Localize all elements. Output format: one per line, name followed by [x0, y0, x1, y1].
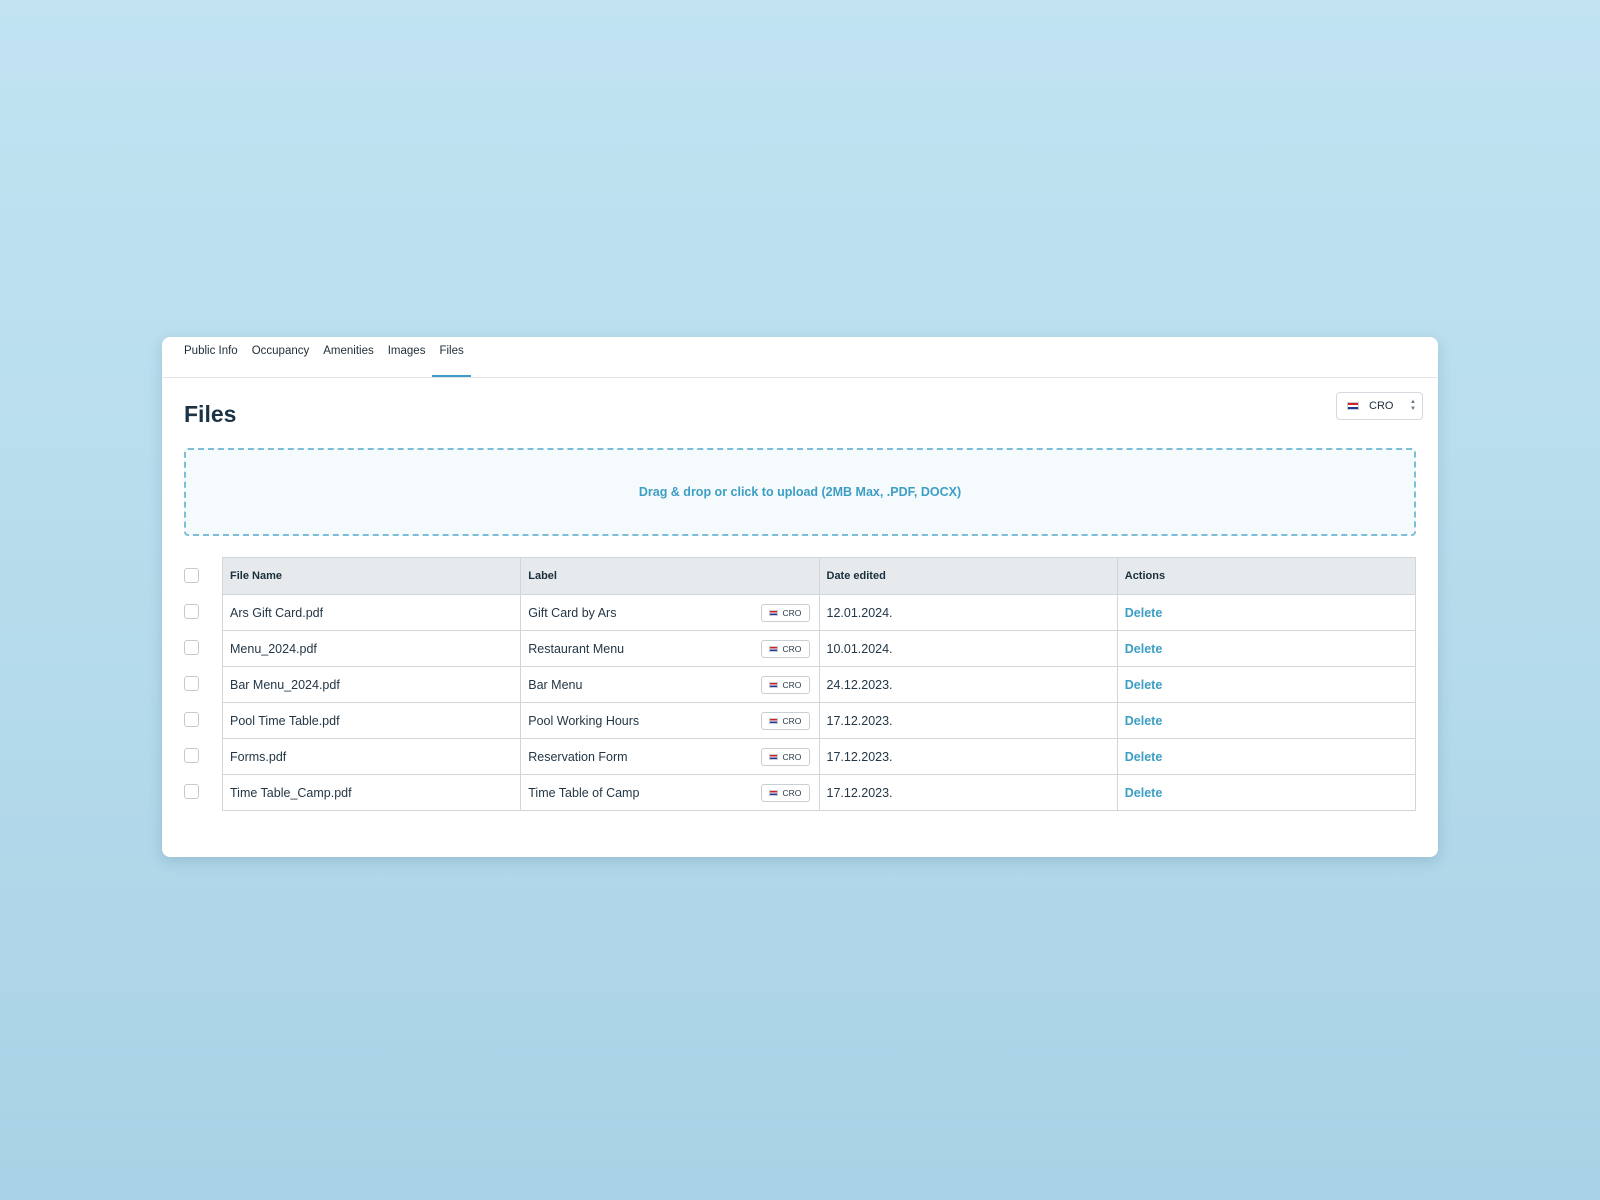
table-row: Bar Menu_2024.pdf Bar Menu CRO 24.12.202…: [221, 666, 1417, 703]
delete-button[interactable]: Delete: [1125, 714, 1163, 728]
delete-button[interactable]: Delete: [1125, 642, 1163, 656]
language-badge[interactable]: CRO: [760, 748, 810, 766]
select-all-checkbox[interactable]: [184, 568, 199, 583]
upload-instructions: Drag & drop or click to upload (2MB Max,…: [638, 485, 962, 499]
actions-cell: Delete: [1116, 666, 1417, 703]
language-select-value: CRO: [1369, 400, 1394, 412]
actions-cell: Delete: [1116, 702, 1417, 739]
date-edited-cell: 12.01.2024.: [818, 594, 1118, 631]
file-label: Time Table of Camp: [528, 785, 640, 800]
row-checkbox-2[interactable]: [184, 640, 199, 655]
tab-occupancy[interactable]: Occupancy: [245, 336, 317, 377]
row-checkbox-4[interactable]: [184, 712, 199, 727]
column-header-date-edited[interactable]: Date edited: [818, 557, 1118, 595]
actions-cell: Delete: [1116, 774, 1417, 811]
file-name-cell: Time Table_Camp.pdf: [221, 774, 522, 811]
language-badge-label: CRO: [782, 788, 802, 798]
language-badge-label: CRO: [782, 608, 802, 618]
language-badge[interactable]: CRO: [760, 604, 810, 622]
page-title: Files: [184, 401, 237, 427]
croatian-flag-icon: [768, 646, 778, 652]
croatian-flag-icon: [768, 718, 778, 724]
language-badge-label: CRO: [782, 680, 802, 690]
label-cell: Restaurant Menu CRO: [520, 630, 820, 667]
label-cell: Reservation Form CRO: [520, 738, 820, 775]
actions-cell: Delete: [1116, 738, 1417, 775]
delete-button[interactable]: Delete: [1125, 786, 1163, 800]
delete-button[interactable]: Delete: [1125, 606, 1163, 620]
language-badge[interactable]: CRO: [760, 676, 810, 694]
file-name-cell: Ars Gift Card.pdf: [221, 594, 522, 631]
label-cell: Bar Menu CRO: [520, 666, 820, 703]
date-edited-cell: 17.12.2023.: [818, 774, 1118, 811]
file-label: Reservation Form: [528, 749, 628, 764]
delete-button[interactable]: Delete: [1125, 678, 1163, 692]
file-name-cell: Pool Time Table.pdf: [221, 702, 522, 739]
file-label: Pool Working Hours: [528, 713, 640, 728]
tab-bar: Public Info Occupancy Amenities Images F…: [162, 337, 1438, 378]
date-edited-cell: 17.12.2023.: [818, 738, 1118, 775]
table-row: Ars Gift Card.pdf Gift Card by Ars CRO 1…: [221, 594, 1417, 631]
file-label: Gift Card by Ars: [528, 605, 617, 620]
croatian-flag-icon: [768, 682, 778, 688]
row-checkbox-6[interactable]: [184, 784, 199, 799]
language-badge[interactable]: CRO: [760, 640, 810, 658]
label-cell: Pool Working Hours CRO: [520, 702, 820, 739]
actions-cell: Delete: [1116, 630, 1417, 667]
table-row: Time Table_Camp.pdf Time Table of Camp C…: [221, 774, 1417, 811]
row-checkbox-5[interactable]: [184, 748, 199, 763]
table-row: Pool Time Table.pdf Pool Working Hours C…: [221, 702, 1417, 739]
file-name-cell: Forms.pdf: [221, 738, 522, 775]
chevron-up-down-icon: ▲ ▼: [1410, 399, 1416, 412]
date-edited-cell: 10.01.2024.: [818, 630, 1118, 667]
date-edited-cell: 17.12.2023.: [818, 702, 1118, 739]
file-label: Restaurant Menu: [528, 641, 625, 656]
table-header-row: File Name Label Date edited Actions: [221, 557, 1417, 595]
croatian-flag-icon: [768, 790, 778, 796]
croatian-flag-icon: [1347, 402, 1359, 410]
language-badge[interactable]: CRO: [760, 784, 810, 802]
tab-public-info[interactable]: Public Info: [184, 336, 245, 377]
croatian-flag-icon: [768, 754, 778, 760]
label-cell: Gift Card by Ars CRO: [520, 594, 820, 631]
label-cell: Time Table of Camp CRO: [520, 774, 820, 811]
tab-images[interactable]: Images: [381, 336, 433, 377]
language-badge-label: CRO: [782, 716, 802, 726]
file-name-cell: Menu_2024.pdf: [221, 630, 522, 667]
column-header-label[interactable]: Label: [520, 557, 820, 595]
table-row: Menu_2024.pdf Restaurant Menu CRO 10.01.…: [221, 630, 1417, 667]
files-panel: Public Info Occupancy Amenities Images F…: [162, 337, 1438, 857]
column-header-actions: Actions: [1116, 557, 1417, 595]
language-badge-label: CRO: [782, 644, 802, 654]
tab-files[interactable]: Files: [432, 336, 471, 377]
delete-button[interactable]: Delete: [1125, 750, 1163, 764]
language-select[interactable]: CRO ▲ ▼: [1336, 392, 1423, 420]
language-badge-label: CRO: [782, 752, 802, 762]
row-checkbox-1[interactable]: [184, 604, 199, 619]
file-label: Bar Menu: [528, 677, 583, 692]
file-name-cell: Bar Menu_2024.pdf: [221, 666, 522, 703]
date-edited-cell: 24.12.2023.: [818, 666, 1118, 703]
files-table: File Name Label Date edited Actions Ars …: [221, 557, 1417, 811]
file-upload-dropzone[interactable]: Drag & drop or click to upload (2MB Max,…: [184, 448, 1416, 536]
row-checkbox-3[interactable]: [184, 676, 199, 691]
language-badge[interactable]: CRO: [760, 712, 810, 730]
croatian-flag-icon: [768, 610, 778, 616]
table-row: Forms.pdf Reservation Form CRO 17.12.202…: [221, 738, 1417, 775]
column-header-file-name[interactable]: File Name: [221, 557, 522, 595]
tab-amenities[interactable]: Amenities: [316, 336, 381, 377]
actions-cell: Delete: [1116, 594, 1417, 631]
